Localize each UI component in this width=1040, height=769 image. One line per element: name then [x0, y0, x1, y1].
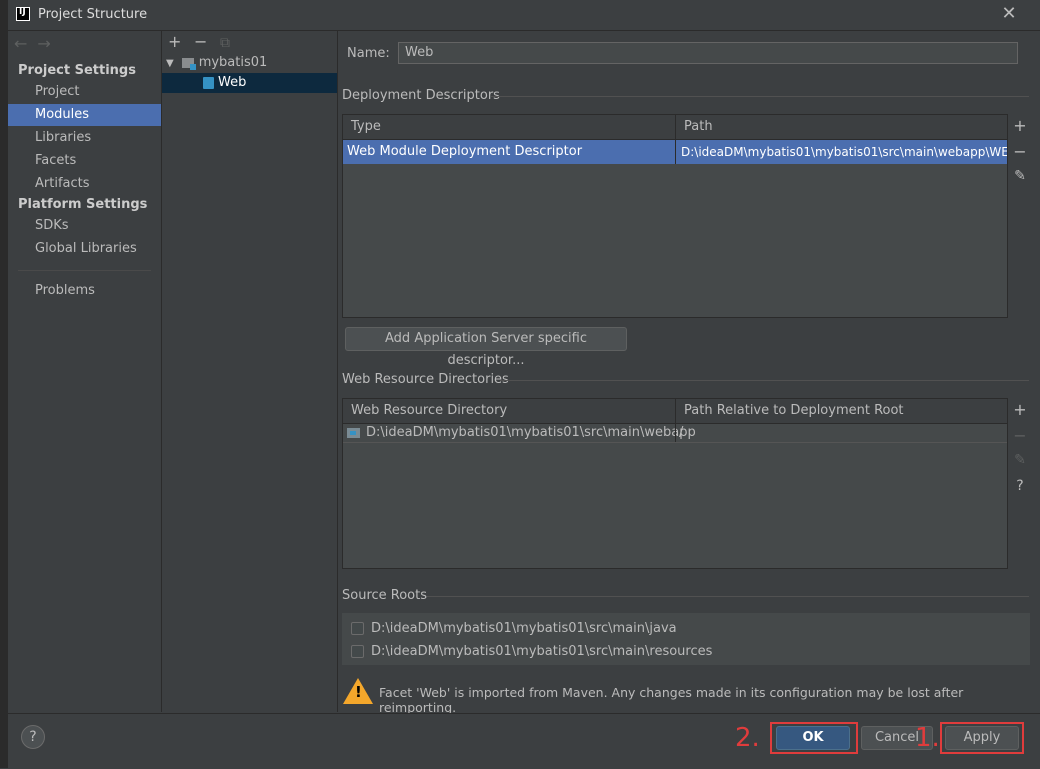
annotation-step-2: 2. [735, 723, 760, 753]
web-facet-icon [203, 76, 214, 89]
group-divider [500, 380, 1029, 381]
column-divider [675, 140, 676, 164]
column-header-relative-path[interactable]: Path Relative to Deployment Root [676, 399, 1007, 423]
tree-toolbar: + − ⧉ [168, 32, 246, 51]
nav-arrows: ←→ [14, 34, 61, 53]
table-row[interactable]: D:\ideaDM\mybatis01\mybatis01\src\main\w… [343, 424, 1007, 443]
source-root-checkbox[interactable] [351, 645, 364, 658]
module-folder-icon [181, 57, 196, 70]
maven-warning-text: Facet 'Web' is imported from Maven. Any … [379, 685, 964, 715]
source-root-checkbox[interactable] [351, 622, 364, 635]
table-header: Web Resource Directory Path Relative to … [343, 399, 1007, 424]
directory-path: D:\ideaDM\mybatis01\mybatis01\src\main\w… [366, 425, 696, 440]
sidebar-item-libraries[interactable]: Libraries [8, 127, 161, 149]
cell-type: Web Module Deployment Descriptor [347, 144, 583, 159]
column-header-path[interactable]: Path [676, 115, 1007, 139]
annotation-step-1: 1. [915, 723, 940, 753]
add-icon[interactable]: + [168, 32, 194, 51]
add-server-descriptor-button[interactable]: Add Application Server specific descript… [345, 327, 627, 368]
deployment-table-toolbar: + − ✎ [1007, 114, 1032, 318]
sidebar-item-problems[interactable]: Problems [8, 280, 161, 302]
web-resource-table: Web Resource Directory Path Relative to … [342, 398, 1008, 569]
sidebar-item-facets[interactable]: Facets [8, 150, 161, 172]
table-row[interactable]: Web Module Deployment Descriptor D:\idea… [343, 140, 1009, 164]
group-divider [427, 596, 1029, 597]
platform-settings-title: Platform Settings [18, 197, 148, 212]
copy-icon[interactable]: ⧉ [220, 35, 246, 51]
help-question-icon[interactable]: ? [1008, 478, 1032, 494]
forward-arrow-icon[interactable]: → [37, 34, 60, 53]
remove-icon[interactable]: − [194, 32, 220, 51]
web-resource-directories-title: Web Resource Directories [342, 372, 509, 387]
edit-pencil-icon[interactable]: ✎ [1008, 452, 1032, 468]
group-divider [491, 96, 1029, 97]
project-settings-title: Project Settings [18, 63, 136, 78]
sidebar-item-sdks[interactable]: SDKs [8, 215, 161, 237]
sidebar-item-modules[interactable]: Modules [8, 104, 161, 126]
name-label: Name: [347, 46, 390, 61]
column-divider [675, 424, 676, 442]
apply-button[interactable]: Apply [945, 726, 1019, 750]
table-header: Type Path [343, 115, 1007, 140]
edit-pencil-icon[interactable]: ✎ [1008, 168, 1032, 184]
ok-button[interactable]: OK [776, 726, 850, 750]
deployment-descriptors-title: Deployment Descriptors [342, 88, 500, 103]
source-roots-title: Source Roots [342, 588, 428, 603]
add-icon[interactable]: + [1008, 400, 1032, 419]
name-field[interactable]: Web [398, 42, 1018, 64]
remove-icon[interactable]: − [1008, 426, 1032, 445]
add-icon[interactable]: + [1008, 116, 1032, 135]
cell-directory: D:\ideaDM\mybatis01\mybatis01\src\main\w… [347, 424, 696, 442]
source-root-label: D:\ideaDM\mybatis01\mybatis01\src\main\r… [371, 644, 713, 659]
help-button[interactable]: ? [21, 725, 45, 749]
tree-node-label: Web [218, 75, 247, 90]
source-root-label: D:\ideaDM\mybatis01\mybatis01\src\main\j… [371, 621, 677, 636]
background-ide-edge [0, 0, 8, 768]
close-icon[interactable]: ✕ [1000, 4, 1018, 24]
remove-icon[interactable]: − [1008, 142, 1032, 161]
title-bar [8, 0, 1040, 31]
warning-icon [343, 678, 373, 704]
tree-node-label: mybatis01 [198, 55, 268, 70]
sidebar-divider [18, 270, 151, 271]
web-resource-toolbar: + − ✎ ? [1007, 398, 1032, 569]
intellij-app-icon [16, 7, 30, 21]
sidebar-item-global-libraries[interactable]: Global Libraries [8, 238, 161, 260]
tree-node-web[interactable]: Web [162, 73, 337, 93]
back-arrow-icon[interactable]: ← [14, 34, 37, 53]
sidebar-item-project[interactable]: Project [8, 81, 161, 103]
tree-node-mybatis01[interactable]: ▼ mybatis01 [162, 53, 337, 73]
cell-relative-path: / [679, 425, 684, 440]
column-header-directory[interactable]: Web Resource Directory [343, 399, 675, 423]
column-header-type[interactable]: Type [343, 115, 675, 139]
window-title: Project Structure [38, 7, 148, 22]
cell-path: D:\ideaDM\mybatis01\mybatis01\src\main\w… [681, 145, 1009, 159]
web-folder-icon [347, 427, 360, 438]
deployment-descriptors-table: Type Path Web Module Deployment Descript… [342, 114, 1009, 318]
expand-triangle-icon[interactable]: ▼ [166, 58, 174, 69]
sidebar-item-artifacts[interactable]: Artifacts [8, 173, 161, 195]
module-tree-panel [162, 31, 338, 712]
